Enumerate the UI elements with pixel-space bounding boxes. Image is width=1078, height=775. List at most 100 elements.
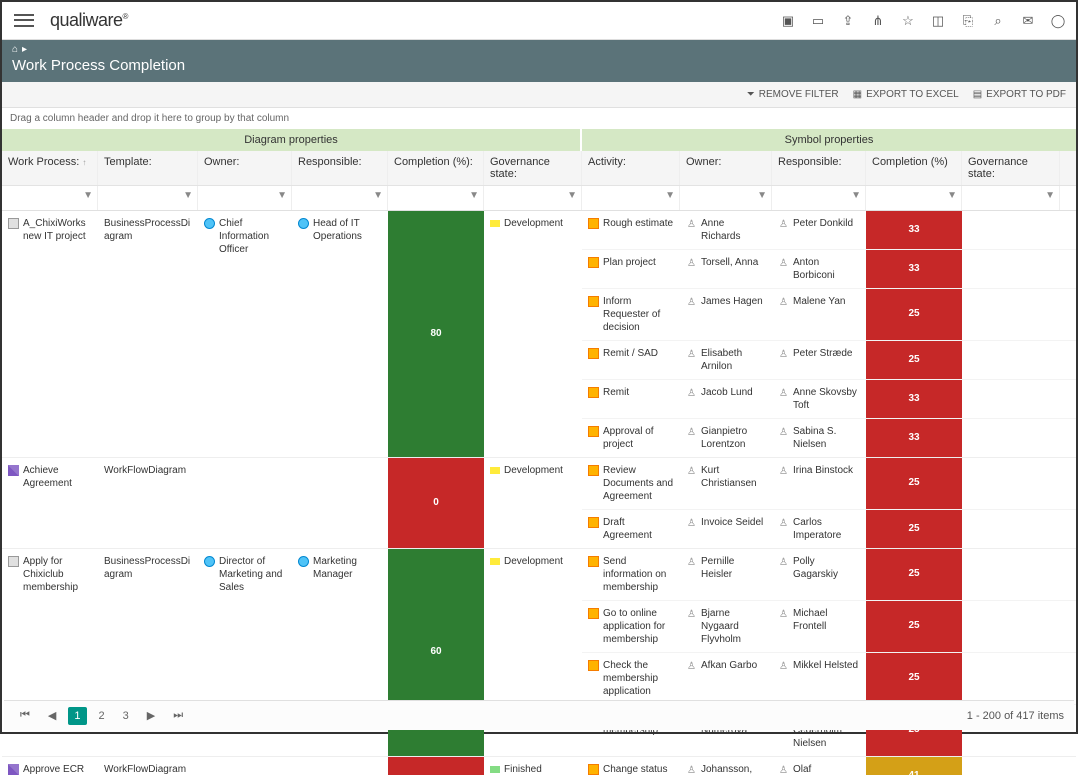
user-icon: ♙ <box>778 660 789 671</box>
filter-icon[interactable]: ▼ <box>1045 190 1055 201</box>
person-icon <box>298 556 309 567</box>
cell-activity-completion: 25 <box>866 653 962 704</box>
filter-icon[interactable]: ▼ <box>567 190 577 201</box>
cell-template: WorkFlowDiagram <box>98 757 198 775</box>
table-row[interactable]: Approve ECRWorkFlowDiagram20FinishedChan… <box>2 757 1076 775</box>
pager-prev-button[interactable]: ◀ <box>42 706 62 725</box>
cell-activity-governance <box>962 341 1060 379</box>
activity-row[interactable]: Check the membership application♙Afkan G… <box>582 653 1076 705</box>
pager-page-3[interactable]: 3 <box>117 707 135 725</box>
user-icon: ♙ <box>778 465 789 476</box>
breadcrumb[interactable]: ⌂ ▸ <box>12 44 1066 55</box>
user-icon: ♙ <box>686 608 697 619</box>
filter-icon[interactable]: ▼ <box>373 190 383 201</box>
remove-filter-button[interactable]: ⏷REMOVE FILTER <box>747 89 839 100</box>
cell-completion: 0 <box>388 458 484 548</box>
group-drop-area[interactable]: Drag a column header and drop it here to… <box>2 108 1076 129</box>
user-icon[interactable]: ◯ <box>1050 13 1066 29</box>
cell-activity[interactable]: Inform Requester of decision <box>582 289 680 340</box>
filter-icon[interactable]: ▼ <box>83 190 93 201</box>
cell-activity[interactable]: Send information on membership <box>582 549 680 600</box>
filter-icon[interactable]: ▼ <box>469 190 479 201</box>
activity-row[interactable]: Change status of ECR♙Johansson, Tord♙Ola… <box>582 757 1076 775</box>
pager-page-2[interactable]: 2 <box>93 707 111 725</box>
cell-work-process[interactable]: Approve ECR <box>2 757 98 775</box>
col-header-s-governance[interactable]: Governance state: <box>962 151 1060 185</box>
col-header-completion[interactable]: Completion (%): <box>388 151 484 185</box>
pager-first-button[interactable]: ⏮ <box>14 706 36 725</box>
activity-icon <box>588 218 599 229</box>
activity-row[interactable]: Review Documents and Agreement♙Kurt Chri… <box>582 458 1076 510</box>
activity-row[interactable]: Go to online application for membership♙… <box>582 601 1076 653</box>
col-header-work-process[interactable]: Work Process:↑ <box>2 151 98 185</box>
filter-icon[interactable]: ▼ <box>277 190 287 201</box>
folder-icon[interactable]: ▣ <box>780 13 796 29</box>
search-icon[interactable]: ⌕ <box>990 13 1006 29</box>
mail-icon[interactable]: ✉ <box>1020 13 1036 29</box>
col-header-activity[interactable]: Activity: <box>582 151 680 185</box>
cell-activity-owner: ♙Bjarne Nygaard Flyvholm <box>680 601 772 652</box>
export-excel-button[interactable]: ▦EXPORT TO EXCEL <box>853 89 959 100</box>
pdf-icon: ▤ <box>973 89 982 100</box>
pager-page-1[interactable]: 1 <box>68 707 86 725</box>
cell-activity[interactable]: Draft Agreement <box>582 510 680 548</box>
activity-row[interactable]: Rough estimate♙Anne Richards♙Peter Donki… <box>582 211 1076 250</box>
cell-work-process[interactable]: A_ChixiWorks new IT project <box>2 211 98 457</box>
pager-last-button[interactable]: ⏭ <box>167 706 189 725</box>
user-icon: ♙ <box>686 764 697 775</box>
cell-activity[interactable]: Plan project <box>582 250 680 288</box>
filter-icon[interactable]: ▼ <box>757 190 767 201</box>
cell-activity[interactable]: Go to online application for membership <box>582 601 680 652</box>
upload-icon[interactable]: ⇪ <box>840 13 856 29</box>
activity-row[interactable]: Remit / SAD♙Elisabeth Arnilon♙Peter Stræ… <box>582 341 1076 380</box>
filter-icon[interactable]: ▼ <box>665 190 675 201</box>
cell-activity-owner: ♙Gianpietro Lorentzon <box>680 419 772 457</box>
cell-activity[interactable]: Review Documents and Agreement <box>582 458 680 509</box>
cell-work-process[interactable]: Achieve Agreement <box>2 458 98 548</box>
filter-icon[interactable]: ▼ <box>851 190 861 201</box>
pager-next-button[interactable]: ▶ <box>141 706 161 725</box>
star-icon[interactable]: ☆ <box>900 13 916 29</box>
table-row[interactable]: Achieve AgreementWorkFlowDiagram0Develop… <box>2 458 1076 549</box>
export-pdf-button[interactable]: ▤EXPORT TO PDF <box>973 89 1066 100</box>
copy-icon[interactable]: ⎘ <box>960 13 976 29</box>
activity-row[interactable]: Send information on membership♙Pernille … <box>582 549 1076 601</box>
status-tag-icon <box>490 766 500 773</box>
cell-activity[interactable]: Remit <box>582 380 680 418</box>
cell-activity[interactable]: Change status of ECR <box>582 757 680 775</box>
bookmark-icon[interactable]: ◫ <box>930 13 946 29</box>
activity-row[interactable]: Approval of project♙Gianpietro Lorentzon… <box>582 419 1076 457</box>
cell-activity[interactable]: Remit / SAD <box>582 341 680 379</box>
cell-activity[interactable]: Rough estimate <box>582 211 680 249</box>
data-grid[interactable]: A_ChixiWorks new IT projectBusinessProce… <box>2 211 1076 775</box>
activity-row[interactable]: Draft Agreement♙Invoice Seidel♙Carlos Im… <box>582 510 1076 548</box>
table-row[interactable]: A_ChixiWorks new IT projectBusinessProce… <box>2 211 1076 458</box>
cell-activity-responsible: ♙Malene Yan <box>772 289 866 340</box>
filter-icon[interactable]: ▼ <box>947 190 957 201</box>
cell-activity[interactable]: Approval of project <box>582 419 680 457</box>
activity-row[interactable]: Plan project♙Torsell, Anna♙Anton Borbico… <box>582 250 1076 289</box>
user-icon: ♙ <box>686 660 697 671</box>
col-header-responsible[interactable]: Responsible: <box>292 151 388 185</box>
activity-row[interactable]: Inform Requester of decision♙James Hagen… <box>582 289 1076 341</box>
cell-activity[interactable]: Check the membership application <box>582 653 680 704</box>
share-icon[interactable]: ⋔ <box>870 13 886 29</box>
cell-activity-governance <box>962 380 1060 418</box>
home-icon[interactable]: ⌂ <box>12 44 18 55</box>
filter-icon[interactable]: ▼ <box>183 190 193 201</box>
col-header-s-responsible[interactable]: Responsible: <box>772 151 866 185</box>
present-icon[interactable]: ▭ <box>810 13 826 29</box>
user-icon: ♙ <box>778 348 789 359</box>
diagram-icon <box>8 556 19 567</box>
cell-activity-responsible: ♙Anton Borbiconi <box>772 250 866 288</box>
col-header-owner[interactable]: Owner: <box>198 151 292 185</box>
diagram-icon <box>8 465 19 476</box>
band-diagram: Diagram properties <box>2 129 582 151</box>
col-header-template[interactable]: Template: <box>98 151 198 185</box>
col-header-governance[interactable]: Governance state: <box>484 151 582 185</box>
hamburger-menu-icon[interactable] <box>12 9 36 33</box>
col-header-s-completion[interactable]: Completion (%) <box>866 151 962 185</box>
column-header-row: Work Process:↑ Template: Owner: Responsi… <box>2 151 1076 186</box>
activity-row[interactable]: Remit♙Jacob Lund♙Anne Skovsby Toft33 <box>582 380 1076 419</box>
col-header-s-owner[interactable]: Owner: <box>680 151 772 185</box>
